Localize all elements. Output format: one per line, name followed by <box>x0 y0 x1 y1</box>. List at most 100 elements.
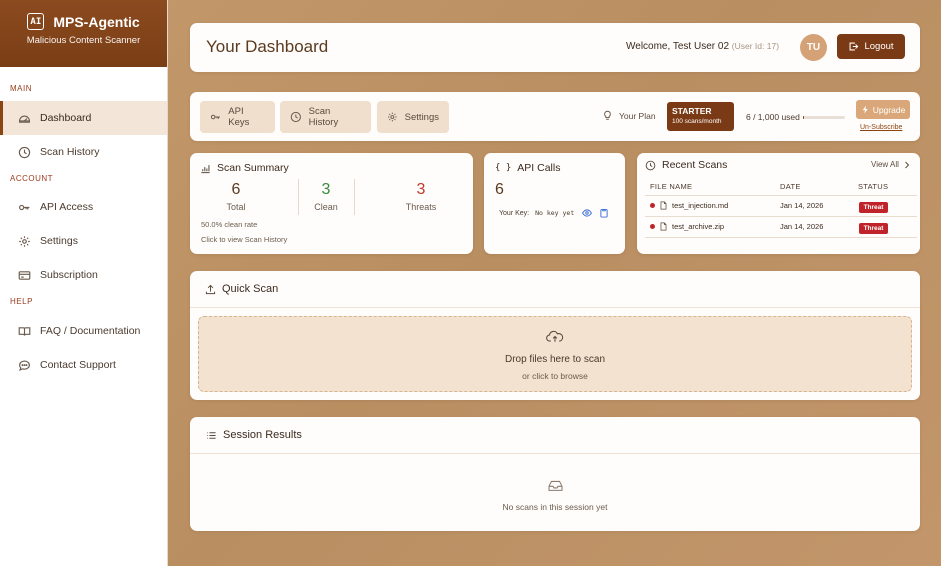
eye-icon[interactable] <box>582 208 593 218</box>
upgrade-label: Upgrade <box>872 104 906 115</box>
key-icon <box>17 200 31 214</box>
credit-card-icon <box>17 268 31 282</box>
plan-quota: 100 scans/month <box>672 118 722 125</box>
scan-summary-title: Scan Summary <box>200 162 289 174</box>
stat-threats: 3 Threats <box>391 181 451 212</box>
divider <box>645 237 917 238</box>
file-icon <box>660 201 667 210</box>
stat-clean-value: 3 <box>321 181 331 198</box>
history-icon <box>645 160 656 170</box>
copy-icon[interactable] <box>599 208 609 218</box>
stat-total-value: 6 <box>231 181 241 198</box>
drop-sub-text: or click to browse <box>522 371 588 381</box>
drop-main-text: Drop files here to scan <box>504 354 606 365</box>
user-id: (User Id: 17) <box>731 41 780 51</box>
quick-scan-title-text: Quick Scan <box>222 283 279 295</box>
plan-badge: STARTER 100 scans/month <box>667 102 734 131</box>
api-calls-card: { } API Calls 6 Your Key: No key yet <box>484 153 625 254</box>
session-results-title-text: Session Results <box>223 429 302 441</box>
welcome-name: Welcome, Test User 02 <box>626 41 730 52</box>
file-name: test_archive.zip <box>672 222 725 231</box>
column-header-file: FILE NAME <box>650 182 693 191</box>
divider <box>190 307 920 308</box>
clean-rate: 50.0% clean rate <box>201 220 258 229</box>
api-keys-button[interactable]: API Keys <box>200 101 275 133</box>
quick-scan-card: Quick Scan Drop files here to scan or cl… <box>190 271 920 400</box>
plan-name: STARTER <box>672 106 712 116</box>
chat-icon <box>17 358 31 372</box>
stat-threats-value: 3 <box>416 181 426 198</box>
lightbulb-icon <box>604 110 611 120</box>
session-empty-text: No scans in this session yet <box>502 502 608 512</box>
brand-title: MPS-Agentic <box>53 13 140 30</box>
table-cell-date: Jan 14, 2026 <box>780 222 824 231</box>
sidebar-item-contact-support[interactable]: Contact Support <box>0 348 167 382</box>
sidebar-item-label: Subscription <box>40 269 98 281</box>
file-icon <box>660 222 667 231</box>
sidebar-item-label: FAQ / Documentation <box>40 325 141 337</box>
logout-label: Logout <box>864 41 894 52</box>
quick-scan-title: Quick Scan <box>205 283 278 295</box>
recent-scans-title-text: Recent Scans <box>662 159 728 171</box>
recent-scans-title: Recent Scans <box>645 159 727 171</box>
api-key-label: Your Key: <box>499 209 530 217</box>
sidebar-item-faq[interactable]: FAQ / Documentation <box>0 314 167 348</box>
usage-progress-bar <box>803 116 845 119</box>
table-row-file[interactable]: test_injection.md <box>650 201 728 210</box>
api-keys-label: API Keys <box>228 106 250 128</box>
brand-logo: AI <box>27 13 45 30</box>
scan-summary-card[interactable]: Scan Summary 6 Total 3 Clean 3 Threats 5… <box>190 153 473 254</box>
divider <box>645 216 917 217</box>
gear-icon <box>17 234 31 248</box>
settings-label: Settings <box>404 111 439 123</box>
list-icon <box>207 431 216 439</box>
table-row-file[interactable]: test_archive.zip <box>650 222 724 231</box>
api-key-row: Your Key: No key yet <box>499 208 609 218</box>
divider <box>354 179 355 215</box>
logout-button[interactable]: Logout <box>837 34 905 59</box>
view-all-link[interactable]: View All <box>871 160 911 169</box>
stat-clean-label: Clean <box>314 202 338 212</box>
sidebar-item-label: Scan History <box>40 146 100 158</box>
scan-history-hint: Click to view Scan History <box>201 235 288 244</box>
gear-icon <box>388 112 397 122</box>
api-calls-title-text: API Calls <box>517 162 561 174</box>
sidebar-item-dashboard[interactable]: Dashboard <box>0 101 167 135</box>
scan-summary-title-text: Scan Summary <box>217 162 289 174</box>
avatar[interactable]: TU <box>800 34 827 61</box>
key-icon <box>210 114 220 120</box>
section-label-account: ACCOUNT <box>10 174 54 183</box>
status-badge: Threat <box>859 202 888 213</box>
usage-text: 6 / 1,000 used <box>746 112 800 122</box>
stat-clean: 3 Clean <box>296 181 356 212</box>
gauge-icon <box>17 111 31 125</box>
sidebar-item-settings[interactable]: Settings <box>0 224 167 258</box>
brand-subtitle: Malicious Content Scanner <box>26 35 141 46</box>
clock-icon <box>17 145 31 159</box>
sidebar-item-label: API Access <box>40 201 94 213</box>
divider <box>190 453 920 454</box>
settings-button[interactable]: Settings <box>377 101 449 133</box>
file-drop-zone[interactable]: Drop files here to scan or click to brow… <box>198 316 912 392</box>
scan-history-label: Scan History <box>308 106 339 128</box>
sidebar-item-api-access[interactable]: API Access <box>0 190 167 224</box>
status-badge: Threat <box>859 223 888 234</box>
threat-dot <box>650 224 655 229</box>
book-icon <box>17 324 31 338</box>
code-braces-icon: { } <box>495 163 512 173</box>
stat-total: 6 Total <box>206 181 266 212</box>
sidebar-item-subscription[interactable]: Subscription <box>0 258 167 292</box>
recent-scans-card: Recent Scans View All FILE NAME DATE STA… <box>637 153 920 254</box>
divider <box>645 195 917 196</box>
scan-history-button[interactable]: Scan History <box>280 101 371 133</box>
view-all-label: View All <box>871 160 899 169</box>
sidebar-item-label: Contact Support <box>40 359 116 371</box>
unsubscribe-link[interactable]: Un-Subscribe <box>860 124 902 131</box>
column-header-date: DATE <box>780 182 801 191</box>
sidebar-item-label: Dashboard <box>40 112 92 124</box>
threat-dot <box>650 203 655 208</box>
welcome-text: Welcome, Test User 02 (User Id: 17) <box>626 41 779 52</box>
your-plan-text: Your Plan <box>619 110 656 121</box>
upgrade-button[interactable]: Upgrade <box>856 100 910 119</box>
sidebar-item-scan-history[interactable]: Scan History <box>0 135 167 169</box>
